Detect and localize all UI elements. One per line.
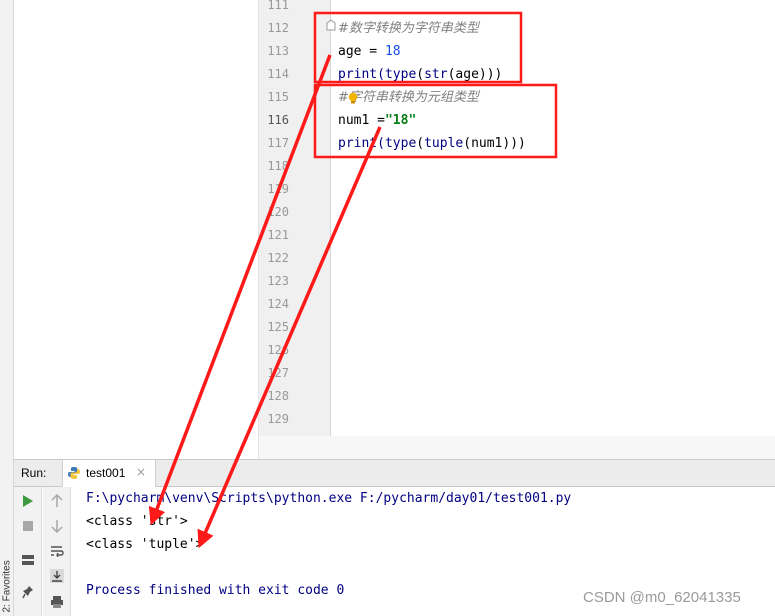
run-tab-label: test001: [86, 466, 126, 480]
line-number: 111: [267, 0, 289, 12]
line-number: 112: [267, 21, 289, 35]
editor-blank-area: [15, 0, 259, 459]
run-label: Run:: [21, 466, 47, 480]
favorites-tab[interactable]: 2: Favorites: [0, 548, 14, 616]
line-number: 117: [267, 136, 289, 150]
stop-button[interactable]: [17, 515, 39, 537]
line-number: 116: [267, 113, 289, 127]
code-token: (age))): [447, 67, 503, 82]
line-number: 128: [267, 389, 289, 403]
code-token: (num1))): [463, 136, 526, 151]
line-number: 124: [267, 297, 289, 311]
console-command-line: F:\pycharm\venv\Scripts\python.exe F:/py…: [86, 491, 572, 506]
line-number: 127: [267, 366, 289, 380]
code-token: num1 =: [338, 113, 385, 128]
line-number: 115: [267, 90, 289, 104]
line-number: 113: [267, 44, 289, 58]
lightbulb-icon[interactable]: [347, 92, 359, 104]
line-number: 129: [267, 412, 289, 426]
line-number: 120: [267, 205, 289, 219]
layout-icon: [22, 555, 34, 565]
soft-wrap-icon: [51, 546, 64, 557]
code-line-112[interactable]: #数字转换为字符串类型: [338, 17, 479, 40]
line-number: 125: [267, 320, 289, 334]
scroll-up-button[interactable]: [46, 490, 68, 512]
run-toolbar-primary: [14, 487, 42, 616]
code-comment: #数字转换为字符串类型: [338, 21, 479, 36]
code-line-114[interactable]: print(type(str(age))): [338, 63, 502, 86]
code-builtin: str: [424, 67, 448, 82]
code-builtin: type: [384, 136, 417, 151]
print-button[interactable]: [46, 591, 68, 613]
run-tab-test001[interactable]: test001 ×: [62, 460, 156, 487]
line-number: 123: [267, 274, 289, 288]
left-tool-strip: 2: Favorites: [0, 0, 14, 616]
code-builtin: type: [384, 67, 417, 82]
code-token: (: [416, 136, 425, 151]
line-number: 122: [267, 251, 289, 265]
run-toolbar-secondary: [43, 487, 71, 616]
soft-wrap-button[interactable]: [46, 540, 68, 562]
code-editor[interactable]: #数字转换为字符串类型 age = 18 print(type(str(age)…: [331, 0, 775, 436]
arrow-down-icon: [51, 520, 63, 533]
play-icon: [23, 495, 33, 507]
code-line-116[interactable]: num1 ="18": [338, 109, 416, 132]
code-token: print(: [338, 136, 385, 151]
line-number: 119: [267, 182, 289, 196]
code-token: print(: [338, 67, 385, 82]
code-token: (: [416, 67, 425, 82]
arrow-up-icon: [51, 494, 63, 507]
console-output-line: <class 'str'>: [86, 514, 188, 529]
scroll-to-end-button[interactable]: [46, 565, 68, 587]
run-panel-header: Run: test001 ×: [14, 459, 775, 487]
scroll-to-end-icon: [50, 569, 64, 583]
close-icon[interactable]: ×: [136, 465, 146, 479]
code-comment: #字符串转换为元组类型: [338, 90, 479, 105]
scroll-down-button[interactable]: [46, 515, 68, 537]
editor-bottom-strip: [259, 436, 775, 459]
pin-icon: [22, 586, 33, 599]
line-number: 114: [267, 67, 289, 81]
code-line-117[interactable]: print(type(tuple(num1))): [338, 132, 526, 155]
code-number: 18: [384, 44, 401, 59]
python-icon: [68, 467, 80, 479]
code-string: "18": [384, 113, 417, 128]
fold-marker-icon[interactable]: [326, 19, 336, 31]
code-line-115[interactable]: #字符串转换为元组类型: [338, 86, 479, 109]
code-builtin: tuple: [424, 136, 464, 151]
line-number: 126: [267, 343, 289, 357]
line-number: 121: [267, 228, 289, 242]
print-icon: [51, 596, 63, 608]
csdn-watermark: CSDN @m0_62041335: [583, 589, 741, 606]
line-number: 118: [267, 159, 289, 173]
console-output-line: <class 'tuple'>: [86, 537, 204, 552]
favorites-tab-label: 2: Favorites: [1, 560, 13, 613]
code-token: age =: [338, 44, 385, 59]
pin-button[interactable]: [17, 581, 39, 603]
line-number-gutter: 111 112 113 114 115 116 117 118 119 120 …: [259, 0, 331, 436]
console-exit-line: Process finished with exit code 0: [86, 583, 345, 598]
code-line-113[interactable]: age = 18: [338, 40, 401, 63]
layout-button[interactable]: [17, 549, 39, 571]
stop-icon: [23, 521, 33, 531]
rerun-button[interactable]: [17, 490, 39, 512]
